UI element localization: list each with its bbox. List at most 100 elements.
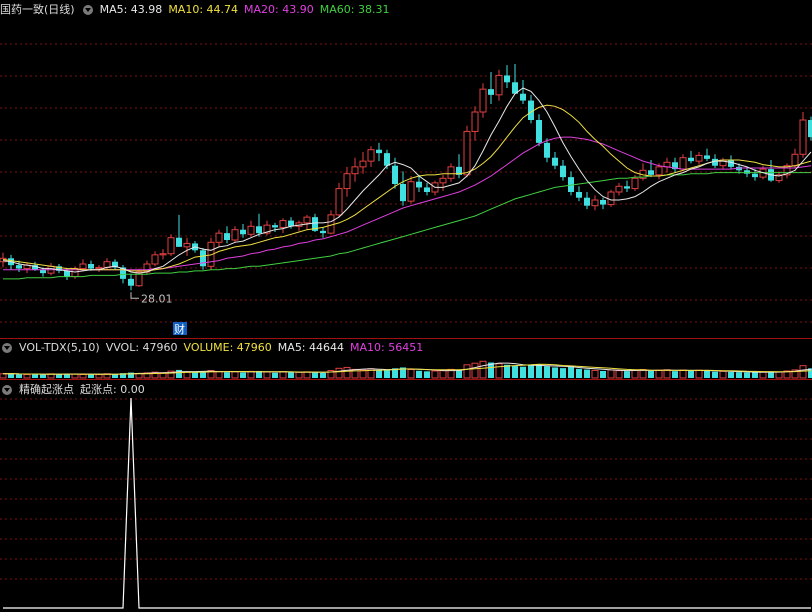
- candle-body: [400, 184, 406, 202]
- volume-bar: [528, 365, 534, 378]
- candle-body: [504, 75, 510, 83]
- candle-body: [552, 157, 558, 166]
- candle-body: [303, 216, 311, 224]
- candle-body: [240, 229, 246, 235]
- candle-body: [88, 264, 94, 269]
- volume-bar: [112, 374, 118, 378]
- volume-bar: [704, 370, 710, 378]
- candle-body: [495, 74, 503, 96]
- candle-body: [215, 232, 223, 243]
- candle-body: [367, 149, 375, 162]
- volume-bar: [224, 372, 230, 378]
- candle-body: [128, 278, 134, 286]
- volume-bar: [584, 369, 590, 378]
- volume-bar: [88, 374, 94, 378]
- volume-bar: [288, 372, 294, 378]
- ma60-line: [3, 172, 811, 280]
- candle-body: [439, 177, 447, 184]
- candle-body: [95, 266, 103, 270]
- volume-bar: [32, 374, 38, 378]
- stock-chart[interactable]: 28.01 财: [0, 0, 812, 612]
- candle-body: [327, 214, 335, 234]
- volume-bar: [576, 368, 582, 378]
- candle-body: [256, 226, 262, 234]
- volume-bar: [40, 374, 46, 378]
- candle-body: [16, 265, 22, 269]
- volume-bar: [192, 372, 198, 378]
- volume-bar: [520, 366, 526, 378]
- candle-body: [183, 242, 191, 248]
- candle-body: [808, 120, 812, 138]
- volume-bar: [591, 369, 599, 379]
- volume-bar: [176, 369, 182, 378]
- event-badge-label: 财: [174, 322, 185, 336]
- candle-body: [591, 199, 599, 207]
- volume-bar: [679, 369, 687, 379]
- volume-bar: [456, 370, 462, 378]
- volume-bar: [560, 368, 566, 378]
- volume-bar: [431, 370, 439, 379]
- candle-body: [447, 166, 455, 179]
- candle-body: [471, 111, 479, 132]
- volume-bar: [463, 364, 471, 379]
- candle-body: [343, 173, 351, 190]
- candle-body: [247, 225, 255, 235]
- candle-body: [688, 157, 694, 162]
- candle-body: [167, 237, 175, 255]
- candle-body: [544, 142, 550, 158]
- volume-bar: [279, 371, 287, 379]
- volume-bar: [384, 369, 390, 378]
- volume-bar: [688, 370, 694, 378]
- volume-bar: [648, 370, 654, 378]
- candle-body: [728, 160, 734, 167]
- volume-bar: [95, 374, 103, 379]
- candle-body: [288, 220, 294, 227]
- volume-bar: [495, 363, 503, 379]
- candle-body: [463, 130, 471, 176]
- candle-body: [103, 261, 111, 268]
- volume-bar: [376, 370, 382, 378]
- volume-bar: [512, 365, 518, 378]
- volume-bar: [695, 369, 703, 379]
- volume-bar: [672, 371, 678, 378]
- volume-bar: [719, 370, 727, 379]
- indicator-line: [3, 397, 811, 609]
- volume-bar: [552, 367, 558, 378]
- volume-bar: [736, 372, 742, 378]
- candle-body: [631, 177, 639, 190]
- volume-bar: [303, 371, 311, 379]
- candle-body: [624, 186, 630, 189]
- volume-bar: [536, 364, 542, 378]
- candle-body: [752, 173, 758, 178]
- candle-body: [655, 166, 663, 176]
- candle-body: [488, 89, 494, 95]
- volume-bar: [600, 370, 606, 378]
- candle-body: [600, 200, 606, 205]
- volume-bar: [23, 374, 31, 379]
- candle-body: [64, 270, 70, 277]
- candle-body: [479, 88, 487, 113]
- volume-bar: [799, 365, 807, 379]
- volume-bar: [479, 360, 487, 379]
- volume-bar: [295, 371, 303, 379]
- candle-body: [584, 197, 590, 206]
- candle-body: [615, 185, 623, 193]
- candle-body: [679, 157, 687, 170]
- candle-body: [231, 229, 239, 241]
- low-price-pointer: [130, 292, 139, 299]
- ma20-line: [3, 136, 812, 271]
- candle-body: [272, 225, 278, 228]
- candle-body: [704, 155, 710, 159]
- volume-bar: [544, 366, 550, 378]
- candle-body: [335, 188, 343, 216]
- candle-body: [376, 149, 382, 154]
- volume-bar: [407, 369, 415, 379]
- candle-body: [416, 181, 422, 188]
- candle-body: [407, 181, 415, 202]
- candle-body: [384, 153, 390, 166]
- volume-bar: [272, 372, 278, 378]
- candle-body: [79, 263, 87, 270]
- volume-bar: [0, 373, 7, 379]
- volume-bar: [416, 370, 422, 378]
- candle-body: [799, 119, 807, 155]
